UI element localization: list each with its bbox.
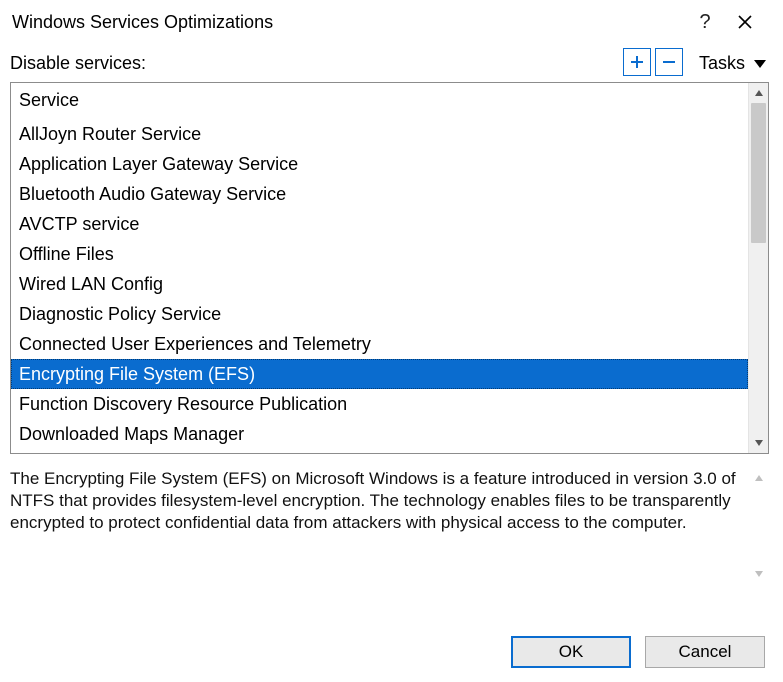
desc-scroll-down-icon[interactable] — [749, 564, 769, 584]
toolbar: Disable services: Tasks — [0, 38, 783, 78]
scroll-down-icon[interactable] — [749, 433, 768, 453]
dialog-buttons: OK Cancel — [0, 622, 783, 682]
list-item[interactable]: Wired LAN Config — [11, 269, 748, 299]
dialog-window: Windows Services Optimizations ? Disable… — [0, 0, 783, 682]
list-item[interactable]: Bluetooth Audio Gateway Service — [11, 179, 748, 209]
list-item[interactable]: Function Discovery Resource Publication — [11, 389, 748, 419]
minus-icon — [661, 54, 677, 70]
list-item[interactable]: Encrypting File System (EFS) — [11, 359, 748, 389]
list-item[interactable]: Offline Files — [11, 239, 748, 269]
ok-button[interactable]: OK — [511, 636, 631, 668]
cancel-button-label: Cancel — [679, 642, 732, 662]
list-item[interactable]: Downloaded Maps Manager — [11, 419, 748, 449]
add-button[interactable] — [623, 48, 651, 76]
scroll-thumb[interactable] — [751, 103, 766, 243]
chevron-down-icon — [753, 59, 767, 69]
remove-button[interactable] — [655, 48, 683, 76]
cancel-button[interactable]: Cancel — [645, 636, 765, 668]
list-scrollbar[interactable] — [748, 83, 768, 453]
section-label: Disable services: — [10, 53, 619, 76]
plus-icon — [629, 54, 645, 70]
list-header: Service — [11, 85, 748, 115]
list-item[interactable]: Connected User Experiences and Telemetry — [11, 329, 748, 359]
description-panel: The Encrypting File System (EFS) on Micr… — [10, 468, 769, 584]
description-text: The Encrypting File System (EFS) on Micr… — [10, 468, 749, 584]
list-item[interactable]: SSDP Discovery — [11, 449, 748, 453]
help-icon: ? — [699, 11, 710, 34]
window-title: Windows Services Optimizations — [12, 12, 685, 33]
description-scrollbar[interactable] — [749, 468, 769, 584]
help-button[interactable]: ? — [685, 8, 725, 36]
services-list-inner: Service AllJoyn Router ServiceApplication… — [11, 83, 748, 453]
close-icon — [737, 14, 753, 30]
list-item[interactable]: AVCTP service — [11, 209, 748, 239]
list-item[interactable]: Application Layer Gateway Service — [11, 149, 748, 179]
tasks-label: Tasks — [699, 53, 745, 74]
scroll-up-icon[interactable] — [749, 83, 768, 103]
list-item[interactable]: Diagnostic Policy Service — [11, 299, 748, 329]
close-button[interactable] — [725, 8, 765, 36]
desc-scroll-up-icon[interactable] — [749, 468, 769, 488]
tasks-dropdown[interactable]: Tasks — [697, 51, 769, 76]
services-listbox[interactable]: Service AllJoyn Router ServiceApplication… — [10, 82, 769, 454]
title-bar: Windows Services Optimizations ? — [0, 0, 783, 38]
list-item[interactable]: AllJoyn Router Service — [11, 119, 748, 149]
ok-button-label: OK — [559, 642, 584, 662]
